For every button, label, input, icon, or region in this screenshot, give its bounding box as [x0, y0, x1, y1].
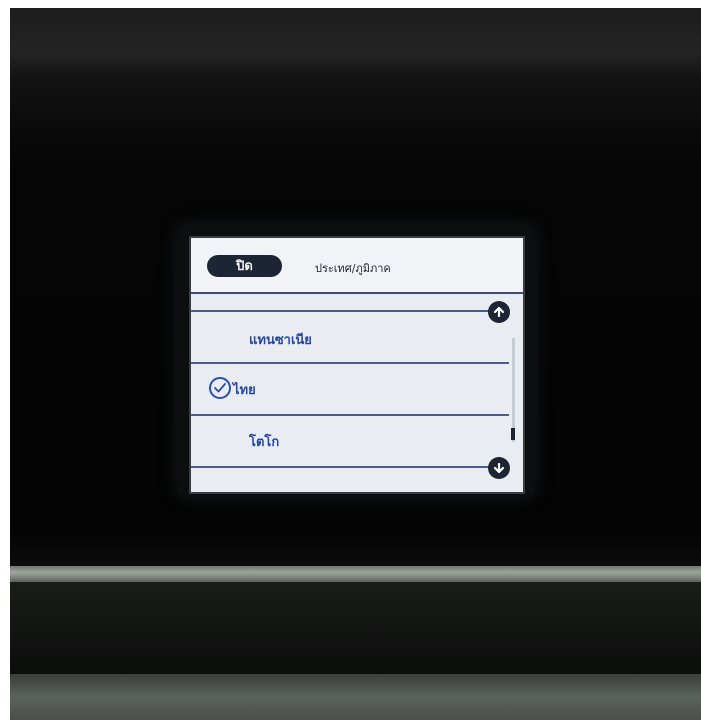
- list-item-label: ไทย: [233, 383, 256, 398]
- list-item-tanzania[interactable]: แทนซาเนีย: [191, 312, 509, 362]
- list-item-label: โตโก: [249, 435, 280, 450]
- list-item-thailand[interactable]: ไทย: [191, 364, 509, 414]
- list-divider: [191, 466, 491, 468]
- checkmark-icon: [209, 377, 231, 399]
- arrow-down-icon[interactable]: [488, 457, 510, 479]
- country-list: แทนซาเนีย ไทย โตโก: [191, 294, 523, 492]
- page-title: ประเทศ/ภูมิภาค: [315, 262, 391, 275]
- scrollbar-track[interactable]: [512, 338, 515, 442]
- printer-body: [10, 582, 701, 674]
- close-button[interactable]: ปิด: [207, 255, 282, 277]
- printer-edge: [10, 566, 701, 582]
- list-item-togo[interactable]: โตโก: [191, 416, 509, 466]
- header-bar: ปิด ประเทศ/ภูมิภาค: [191, 238, 523, 292]
- scrollbar-thumb[interactable]: [511, 428, 515, 440]
- lcd-screen: ปิด ประเทศ/ภูมิภาค แทนซาเนีย ไทย โตโก: [189, 236, 525, 494]
- printer-tray: [10, 674, 701, 720]
- list-item-label: แทนซาเนีย: [249, 333, 312, 348]
